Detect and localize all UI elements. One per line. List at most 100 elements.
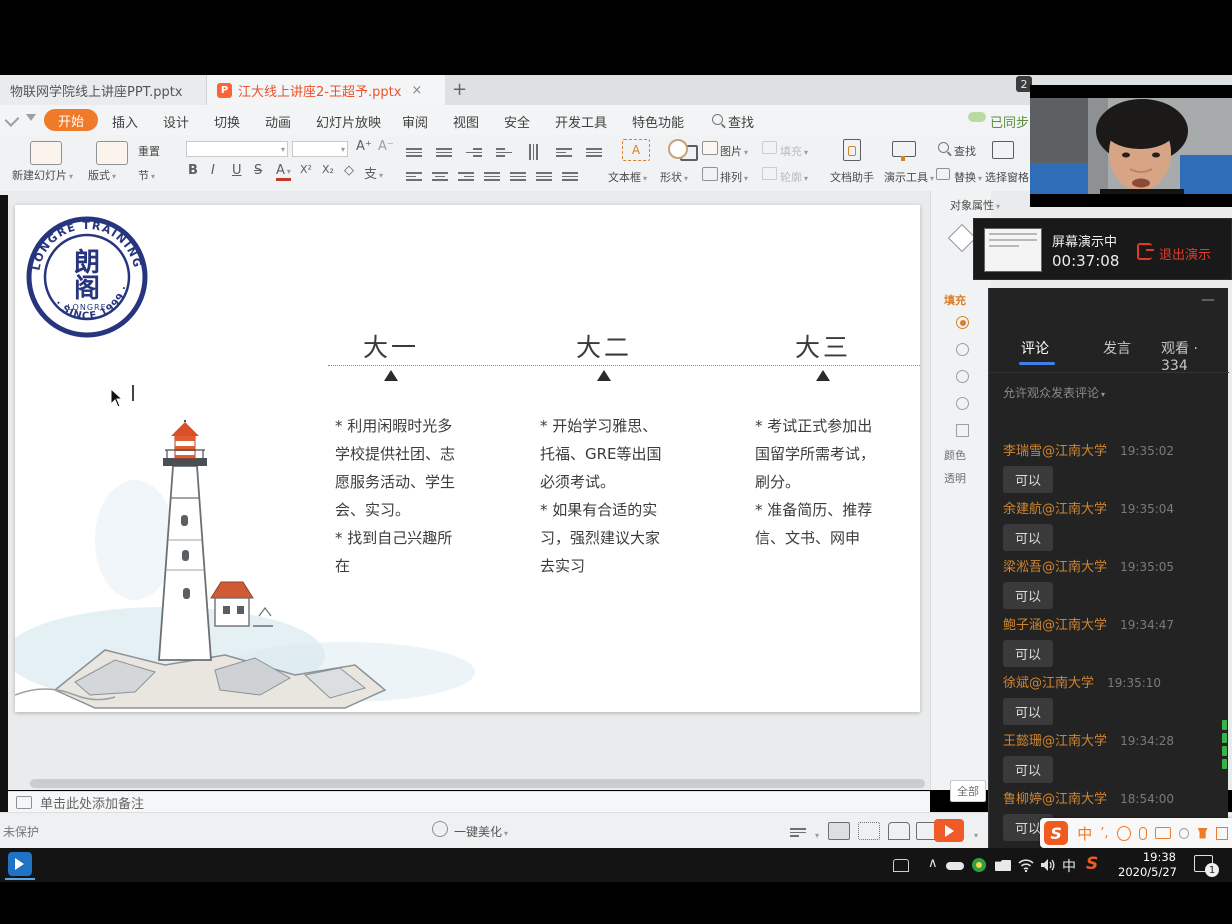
tray-expand-icon[interactable]: ∧ [928, 856, 938, 871]
column-3-text[interactable]: * 考试正式参加出 国留学所需考试， 刷分。 * 准备简历、推荐 信、文书、网申 [755, 412, 905, 552]
shrink-font-button[interactable]: A⁻ [378, 139, 394, 154]
number-list-icon[interactable] [436, 143, 459, 162]
speaker-icon[interactable] [1040, 858, 1056, 872]
shapes-button[interactable]: 形状 [660, 169, 688, 185]
object-properties-label[interactable]: 对象属性 [950, 197, 1000, 213]
align-left-icon[interactable] [406, 167, 429, 186]
bullet-list-icon[interactable] [406, 143, 429, 162]
search-icon[interactable] [712, 114, 723, 125]
mic-icon[interactable] [1139, 827, 1148, 840]
distribute-icon[interactable] [510, 167, 533, 186]
menu-insert[interactable]: 插入 [112, 112, 138, 131]
text-direction-icon[interactable] [556, 143, 579, 162]
skin-icon[interactable] [1197, 828, 1207, 839]
bold-button[interactable]: B [188, 163, 198, 178]
save-icon[interactable] [5, 112, 20, 127]
column-2-text[interactable]: * 开始学习雅思、 托福、GRE等出国 必须考试。 * 如果有合适的实 习，强烈… [540, 412, 696, 580]
cloud-tray-icon[interactable] [946, 862, 964, 870]
italic-button[interactable]: I [211, 163, 215, 178]
people-icon[interactable] [893, 859, 909, 872]
taskbar-clock[interactable]: 19:38 2020/5/27 [1118, 850, 1176, 880]
strike-button[interactable]: S [254, 163, 262, 178]
folder-icon[interactable] [995, 860, 1011, 871]
columns-icon[interactable] [526, 143, 549, 162]
increase-para-icon[interactable] [536, 167, 559, 186]
ime-mode-chinese[interactable]: 中 [1077, 823, 1092, 844]
ime-punctuation[interactable]: ’, [1100, 826, 1108, 841]
timeline-header-3[interactable]: 大三 [773, 328, 873, 364]
menu-devtools[interactable]: 开发工具 [555, 112, 607, 131]
menu-security[interactable]: 安全 [504, 112, 530, 131]
clear-format-button[interactable]: ◇ [344, 163, 354, 178]
doc-assistant-button[interactable]: 文档助手 [830, 169, 874, 185]
sogou-ime-bar[interactable]: S 中 ’, [1040, 818, 1232, 848]
reading-view-button[interactable] [888, 822, 910, 840]
emoji-icon[interactable] [1117, 826, 1131, 841]
grow-font-button[interactable]: A⁺ [356, 139, 372, 154]
antivirus-icon[interactable] [972, 858, 986, 872]
fill-radio-4[interactable] [956, 397, 969, 410]
menu-view[interactable]: 视图 [453, 112, 479, 131]
section-button[interactable]: 节 [138, 167, 155, 183]
keyboard-icon[interactable] [1155, 827, 1171, 839]
tab-close-icon[interactable]: × [411, 83, 422, 98]
replace-button[interactable]: 替换 [954, 169, 982, 185]
wifi-icon[interactable] [1018, 858, 1034, 872]
tab-watch-count[interactable]: 观看 · 334 [1161, 338, 1228, 374]
ime-tray-indicator[interactable]: 中 [1062, 856, 1076, 876]
font-size-select[interactable] [292, 141, 348, 157]
subscript-button[interactable]: X₂ [322, 163, 334, 176]
timeline-header-1[interactable]: 大一 [341, 328, 441, 364]
menu-animation[interactable]: 动画 [265, 112, 291, 131]
outline-button[interactable]: 轮廓 [780, 169, 808, 185]
menu-home[interactable]: 开始 [44, 109, 98, 131]
align-center-icon[interactable] [432, 167, 455, 186]
tab-document-2-active[interactable]: P 江大线上讲座2-王超予.pptx × [207, 75, 445, 105]
slideshow-play-button[interactable] [934, 819, 964, 842]
new-slide-button[interactable]: 新建幻灯片 [12, 167, 73, 183]
tab-speak[interactable]: 发言 [1103, 338, 1131, 358]
picture-button[interactable]: 图片 [720, 143, 748, 159]
decrease-para-icon[interactable] [562, 167, 585, 186]
indent-increase-icon[interactable] [496, 143, 519, 162]
fill-radio-1[interactable] [956, 316, 969, 329]
notes-toggle-icon[interactable] [790, 823, 819, 842]
menu-review[interactable]: 审阅 [402, 112, 428, 131]
presenting-thumbnail[interactable] [984, 228, 1042, 272]
menu-features[interactable]: 特色功能 [632, 112, 684, 131]
beautify-button[interactable]: 一键美化 [454, 823, 508, 840]
taskbar-app-icon[interactable] [8, 852, 32, 876]
font-family-select[interactable] [186, 141, 288, 157]
text-box-button[interactable]: 文本框 [608, 169, 647, 185]
layout-button[interactable]: 版式 [88, 167, 116, 183]
slide-sorter-button[interactable] [858, 822, 880, 840]
fill-radio-3[interactable] [956, 370, 969, 383]
notes-bar[interactable]: 单击此处添加备注 [8, 791, 930, 813]
indent-decrease-icon[interactable] [466, 143, 489, 162]
selection-pane-button[interactable]: 选择窗格 [985, 169, 1029, 185]
menu-design[interactable]: 设计 [163, 112, 189, 131]
sogou-tray-icon[interactable]: S [1086, 854, 1098, 874]
slide-canvas[interactable]: LONGRE TRAINING CENTER · SINCE 1999 · 朗 … [15, 205, 920, 712]
superscript-button[interactable]: X² [300, 163, 312, 176]
horizontal-scrollbar[interactable] [30, 779, 925, 788]
char-tool-button[interactable]: 支 [364, 163, 383, 182]
menu-transition[interactable]: 切换 [214, 112, 240, 131]
play-options-icon[interactable] [972, 823, 978, 842]
tab-comments[interactable]: 评论 [1021, 338, 1049, 358]
fill-checkbox[interactable] [956, 424, 969, 437]
apply-all-button[interactable]: 全部 [950, 780, 986, 802]
timeline-header-2[interactable]: 大二 [554, 328, 654, 364]
toolbox-icon[interactable] [1216, 827, 1228, 840]
menu-find[interactable]: 查找 [728, 112, 754, 131]
webcam-window[interactable] [1030, 85, 1232, 207]
line-spacing-icon[interactable] [586, 143, 609, 162]
fill-button[interactable]: 填充 [780, 143, 808, 159]
font-color-button[interactable]: A [276, 163, 291, 181]
reset-button[interactable]: 重置 [138, 143, 160, 159]
new-tab-button[interactable]: + [452, 79, 467, 100]
underline-button[interactable]: U [232, 163, 242, 178]
arrange-button[interactable]: 排列 [720, 169, 748, 185]
account-icon[interactable] [1179, 828, 1189, 839]
exit-presentation-button[interactable]: 退出演示 [1159, 244, 1211, 263]
